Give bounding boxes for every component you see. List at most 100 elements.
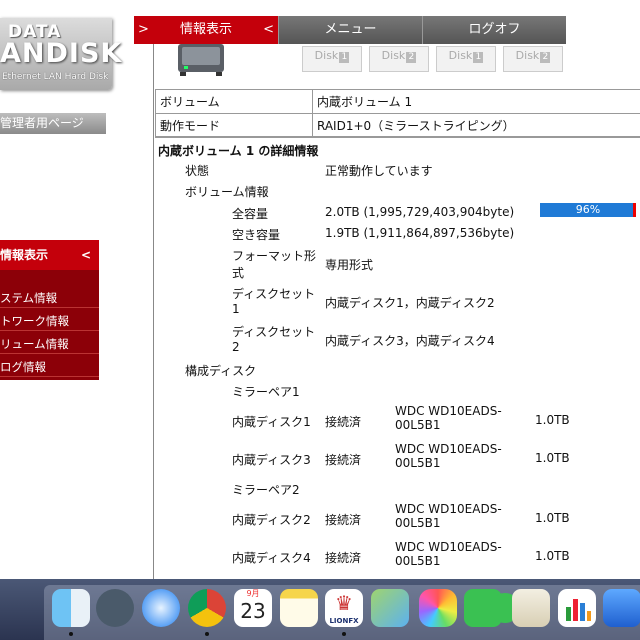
lionfx-icon[interactable]: ♛ LIONFX: [325, 589, 363, 627]
numbers-icon[interactable]: [558, 589, 596, 627]
disk-row-status: 接続済: [325, 453, 362, 467]
detail-title: 内蔵ボリューム 1 の詳細情報: [158, 144, 319, 158]
volume-info-label: ボリューム情報: [185, 185, 269, 199]
mode-value: RAID1+0（ミラーストライピング）: [312, 113, 640, 138]
sidebar-item-network-info[interactable]: トワーク情報: [0, 311, 99, 331]
disk-row-model: WDC WD10EADS- 00L5B1: [395, 540, 502, 568]
disk-label: Disk: [381, 49, 406, 62]
disk-row-status: 接続済: [325, 551, 362, 565]
diskset2-value: 内蔵ディスク3，内蔵ディスク4: [325, 334, 495, 348]
calendar-month: 9月: [246, 589, 260, 598]
disk-row-size: 1.0TB: [535, 511, 570, 525]
disk-model-line1: WDC WD10EADS-: [395, 442, 502, 456]
tab-info-display-label: 情報表示: [179, 22, 232, 37]
disk-row-model: WDC WD10EADS- 00L5B1: [395, 404, 502, 432]
launchpad-icon[interactable]: [96, 589, 134, 627]
disk-row-name: 内蔵ディスク2: [232, 513, 311, 527]
disk-number: 1: [473, 52, 484, 63]
disk-row-name: 内蔵ディスク3: [232, 453, 311, 467]
volume-label: ボリューム: [155, 89, 313, 114]
disk-row-model: WDC WD10EADS- 00L5B1: [395, 502, 502, 530]
volume-value: 内蔵ボリューム 1: [312, 89, 640, 114]
notes-icon[interactable]: [280, 589, 318, 627]
capacity-usage-marker: [633, 203, 636, 217]
diskset2-label: ディスクセット 2: [232, 323, 315, 354]
nas-device-icon: [178, 44, 224, 76]
capacity-label: 全容量: [232, 207, 269, 221]
diskset1-label-line2: 1: [232, 302, 240, 316]
sidebar: DATA ANDISK Ethernet LAN Hard Disk 管理者用ペ…: [0, 0, 135, 580]
running-indicator: [69, 632, 73, 636]
macos-dock: 9月 23 ♛ LIONFX: [0, 579, 640, 640]
disk-label: Disk: [448, 49, 473, 62]
brand-logo: DATA ANDISK Ethernet LAN Hard Disk: [0, 18, 121, 90]
diskset1-label-line1: ディスクセット: [232, 287, 316, 301]
status-label: 状態: [185, 164, 210, 178]
mirror-pair-1-label: ミラーペア1: [232, 385, 300, 399]
tab-right-arrow-icon: >: [138, 22, 149, 37]
format-label: フォーマット形 式: [232, 247, 316, 281]
disk-button-2[interactable]: Disk 2: [369, 46, 429, 72]
capacity-value: 2.0TB (1,995,729,403,904byte): [325, 205, 515, 219]
keynote-icon[interactable]: [603, 589, 640, 627]
tab-info-display[interactable]: > 情報表示 <: [134, 16, 278, 44]
free-space-label: 空き容量: [232, 228, 281, 242]
disk-model-line2: 00L5B1: [395, 456, 441, 470]
tab-menu[interactable]: メニュー: [278, 16, 422, 44]
running-indicator: [342, 632, 346, 636]
finder-icon[interactable]: [52, 589, 90, 627]
sidebar-item-system-info[interactable]: ステム情報: [0, 288, 99, 308]
disk-button-4[interactable]: Disk 2: [503, 46, 563, 72]
disk-model-line2: 00L5B1: [395, 554, 441, 568]
collapse-arrow-icon: <: [80, 248, 91, 262]
tab-left-arrow-icon: <: [263, 22, 274, 37]
logo-text-sub: Ethernet LAN Hard Disk: [2, 72, 109, 82]
disk-number: 2: [540, 52, 551, 63]
disk-row-status: 接続済: [325, 513, 362, 527]
main-content: Disk 1 Disk 2 Disk 1 Disk 2 ボリューム 内蔵ボリューム 1 …: [153, 44, 640, 584]
admin-page-tab[interactable]: 管理者用ページ: [0, 113, 106, 134]
disk-number: 2: [406, 52, 417, 63]
disk-label: Disk: [515, 49, 540, 62]
disk-row-name: 内蔵ディスク4: [232, 551, 311, 565]
capacity-usage-bar: 96%: [540, 203, 636, 217]
logo-text-main: ANDISK: [0, 38, 123, 69]
diskset2-label-line1: ディスクセット: [232, 325, 316, 339]
tab-logoff[interactable]: ログオフ: [422, 16, 566, 44]
photos-icon[interactable]: [419, 589, 457, 627]
disk-row-size: 1.0TB: [535, 549, 570, 563]
disk-button-1[interactable]: Disk 1: [302, 46, 362, 72]
disk-row-model: WDC WD10EADS- 00L5B1: [395, 442, 502, 470]
table-row: ボリューム 内蔵ボリューム 1: [155, 89, 640, 114]
chrome-icon[interactable]: [188, 589, 226, 627]
top-navigation: > 情報表示 < メニュー ログオフ: [134, 16, 566, 44]
side-menu-title-label: 情報表示: [0, 248, 49, 262]
maps-icon[interactable]: [371, 589, 409, 627]
textedit-icon[interactable]: [512, 589, 550, 627]
diskset1-value: 内蔵ディスク1，内蔵ディスク2: [325, 296, 495, 310]
disk-model-line1: WDC WD10EADS-: [395, 540, 502, 554]
sidebar-item-volume-info[interactable]: リューム情報: [0, 334, 99, 354]
lionfx-label: LIONFX: [329, 617, 359, 625]
numbers-bars-icon: [566, 599, 591, 621]
format-label-line1: フォーマット形: [232, 249, 317, 263]
running-indicator: [205, 632, 209, 636]
disk-model-line2: 00L5B1: [395, 516, 441, 530]
sidebar-item-log-info[interactable]: ログ情報: [0, 357, 99, 377]
side-menu-title[interactable]: 情報表示 <: [0, 240, 99, 270]
safari-icon[interactable]: [142, 589, 180, 627]
calendar-icon[interactable]: 9月 23: [234, 589, 272, 627]
disk-label: Disk: [314, 49, 339, 62]
mode-label: 動作モード: [155, 113, 313, 138]
disk-row-size: 1.0TB: [535, 451, 570, 465]
format-value: 専用形式: [325, 258, 374, 272]
table-row: 動作モード RAID1+0（ミラーストライピング）: [155, 113, 640, 138]
diskset2-label-line2: 2: [232, 340, 240, 354]
format-label-line2: 式: [232, 266, 245, 280]
lion-symbol: ♛: [335, 591, 353, 615]
disk-row-name: 内蔵ディスク1: [232, 415, 311, 429]
disk-model-line2: 00L5B1: [395, 418, 441, 432]
volume-summary-table: ボリューム 内蔵ボリューム 1 動作モード RAID1+0（ミラーストライピング…: [155, 89, 640, 138]
capacity-usage-text: 96%: [575, 203, 601, 216]
disk-button-3[interactable]: Disk 1: [436, 46, 496, 72]
